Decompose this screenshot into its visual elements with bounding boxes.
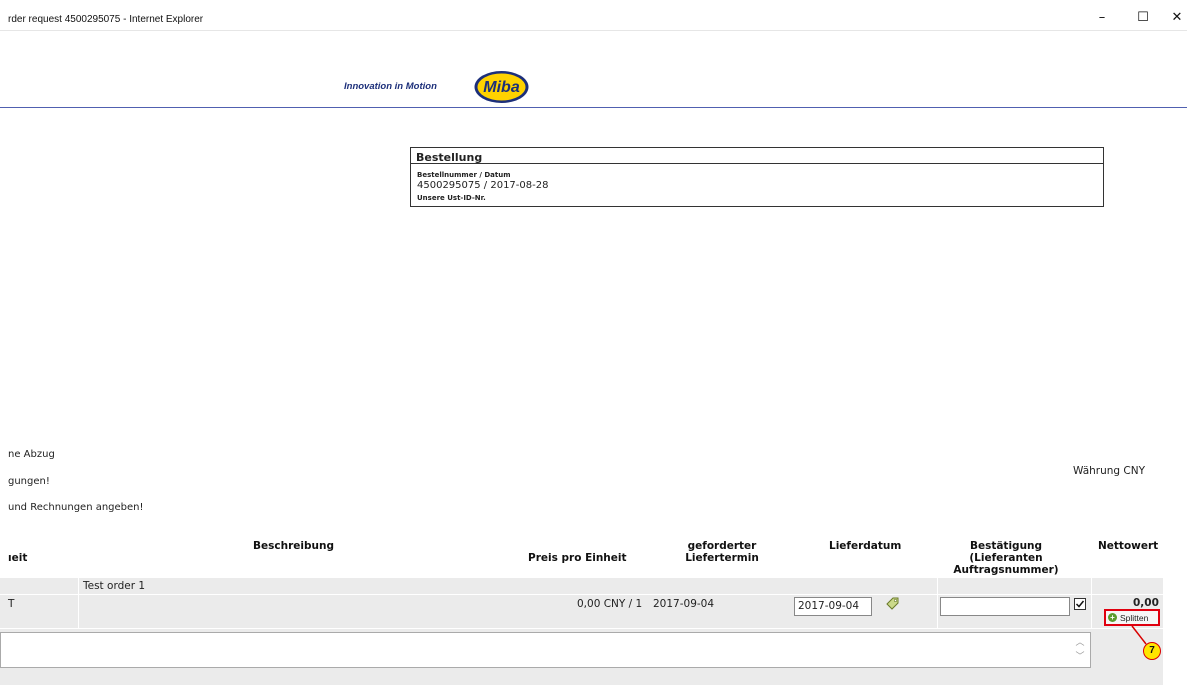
order-info-box: Bestellung Bestellnummer / Datum 4500295… [410, 147, 1104, 207]
col-header-net-value: Nettowert [1098, 540, 1159, 552]
cell-divider [1091, 578, 1092, 628]
note-line-3: und Rechnungen angeben! [8, 502, 144, 513]
brand-tagline: Innovation in Motion [344, 81, 437, 92]
order-box-title: Bestellung [411, 148, 1103, 164]
scroll-down-icon[interactable]: ﹀ [1075, 650, 1085, 664]
col-header-description: Beschreibung [253, 540, 334, 552]
textarea-scrollbar[interactable]: ︿ ﹀ [1075, 636, 1085, 666]
item-price: 0,00 CNY / 1 [577, 598, 643, 610]
col-header-confirm-line3: Auftragsnummer) [953, 564, 1059, 576]
delivery-date-input[interactable]: 2017-09-04 [794, 597, 872, 616]
confirm-checkbox[interactable] [1074, 598, 1086, 610]
calendar-picker-icon[interactable] [884, 596, 900, 610]
row-divider [0, 594, 1163, 595]
col-header-price: Preis pro Einheit [528, 552, 627, 564]
order-number-date-label: Bestellnummer / Datum [417, 171, 511, 179]
item-net-value: 0,00 [1133, 597, 1159, 609]
item-requested-date: 2017-09-04 [653, 598, 715, 610]
col-header-requested-line2: Liefertermin [685, 552, 759, 564]
item-text-area[interactable] [0, 632, 1091, 668]
confirmation-number-input[interactable] [940, 597, 1070, 616]
item-description: Test order 1 [83, 580, 146, 592]
currency-label: Währung CNY [1073, 465, 1146, 477]
callout-badge: 7 [1143, 642, 1161, 660]
col-header-delivery-date: Lieferdatum [829, 540, 902, 552]
col-header-requested-date: geforderter Liefertermin [662, 540, 782, 564]
note-line-1: ne Abzug [8, 449, 55, 460]
logo-text: Miba [483, 79, 520, 96]
window-title: rder request 4500295075 - Internet Explo… [8, 14, 204, 25]
order-number-date-value: 4500295075 / 2017-08-28 [417, 180, 549, 191]
col-header-confirm-line1: Bestätigung [969, 540, 1043, 552]
maximize-button[interactable]: ☐ [1132, 8, 1154, 28]
col-header-confirmation: Bestätigung (Lieferanten Auftragsnummer) [944, 540, 1068, 576]
add-circle-icon: + [1108, 613, 1117, 622]
item-unit: T [8, 598, 15, 610]
col-header-confirm-line2: (Lieferanten [969, 552, 1043, 564]
minimize-button[interactable]: – [1091, 8, 1113, 28]
note-line-2: gungen! [8, 476, 50, 487]
miba-logo: Miba [473, 70, 530, 104]
col-header-unit: ıeit [8, 552, 28, 564]
col-header-requested-line1: geforderter [687, 540, 757, 552]
row-description-band [0, 578, 1163, 594]
cell-divider [78, 578, 79, 628]
close-button[interactable]: ✕ [1166, 8, 1187, 28]
cell-divider [937, 578, 938, 628]
scroll-up-icon[interactable]: ︿ [1075, 636, 1085, 650]
split-button-label: Splitten [1120, 612, 1149, 623]
vat-id-label: Unsere Ust-ID-Nr. [417, 194, 486, 202]
header-divider [0, 107, 1187, 108]
